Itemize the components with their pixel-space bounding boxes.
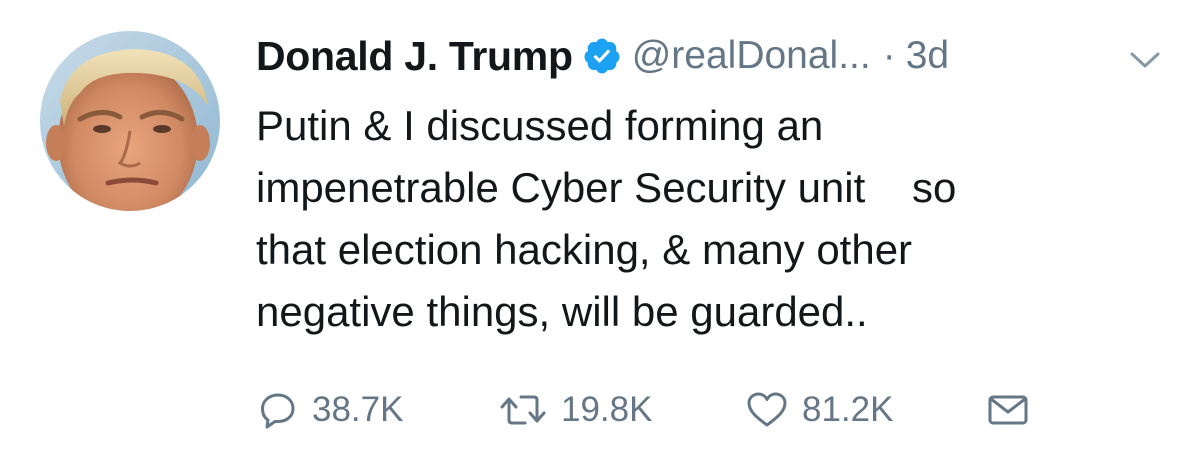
tweet-text-line: impenetrable Cyber Security unit so <box>256 164 957 211</box>
author-name[interactable]: Donald J. Trump <box>256 33 573 80</box>
chevron-down-icon[interactable] <box>1126 48 1164 72</box>
like-count: 81.2K <box>802 390 894 429</box>
heart-icon <box>746 390 788 430</box>
tweet-text-line: negative things, will be guarded.. <box>256 288 868 335</box>
timestamp[interactable]: 3d <box>906 34 949 78</box>
profile-photo <box>40 31 220 211</box>
like-button[interactable]: 81.2K <box>746 385 893 435</box>
verified-badge-icon <box>582 36 622 76</box>
avatar[interactable] <box>40 31 220 211</box>
tweet-card[interactable]: Donald J. Trump @realDonal... · 3d Putin… <box>0 0 1200 475</box>
tweet-header: Donald J. Trump @realDonal... · 3d <box>256 30 949 82</box>
tweet-actions: 38.7K 19.8K 81.2K <box>256 385 1156 435</box>
reply-button[interactable]: 38.7K <box>258 385 403 435</box>
retweet-button[interactable]: 19.8K <box>499 385 652 435</box>
retweet-count: 19.8K <box>561 390 653 429</box>
reply-icon <box>258 390 298 430</box>
tweet-text: Putin & I discussed forming an impenetra… <box>256 95 1156 343</box>
tweet-text-line: that election hacking, & many other <box>256 226 913 273</box>
direct-message-button[interactable] <box>986 385 1030 435</box>
separator-dot: · <box>882 34 896 77</box>
tweet-text-line: Putin & I discussed forming an <box>256 102 824 149</box>
envelope-icon <box>986 390 1030 430</box>
author-handle[interactable]: @realDonal... <box>632 34 871 78</box>
retweet-icon <box>499 390 547 430</box>
reply-count: 38.7K <box>312 390 404 429</box>
